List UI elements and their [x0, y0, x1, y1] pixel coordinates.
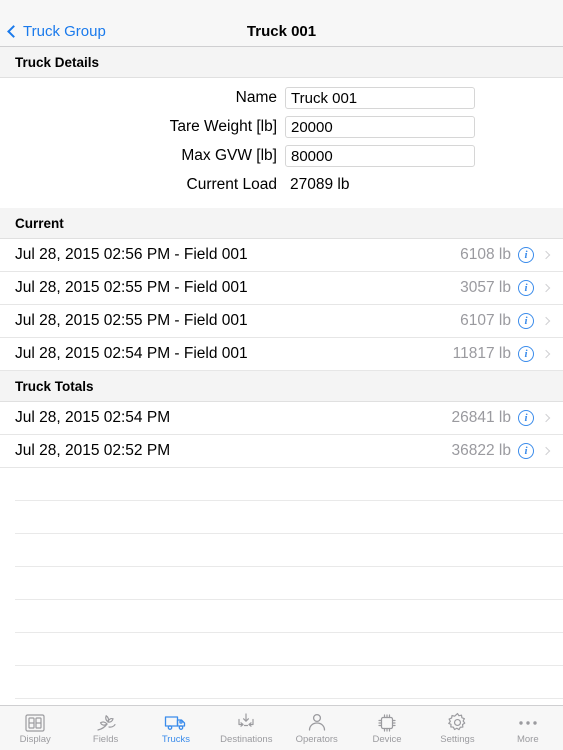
empty-row — [15, 534, 563, 567]
scroll-content[interactable]: Truck Details Name Tare Weight [lb] Max … — [0, 47, 563, 705]
tab-operators[interactable]: Operators — [282, 706, 352, 750]
tab-label: Display — [19, 733, 51, 745]
form-label-max-gvw: Max GVW [lb] — [181, 147, 277, 164]
row-title: Jul 28, 2015 02:56 PM - Field 001 — [15, 246, 248, 263]
chevron-right-icon — [541, 349, 551, 359]
chevron-right-icon — [541, 316, 551, 326]
name-input[interactable] — [285, 87, 475, 109]
chip-icon — [377, 712, 397, 734]
back-button-label: Truck Group — [23, 22, 106, 40]
tab-trucks[interactable]: Trucks — [141, 706, 211, 750]
info-circle-icon[interactable]: i — [518, 313, 534, 329]
section-header-truck-totals: Truck Totals — [0, 371, 563, 402]
form-label-name: Name — [235, 89, 277, 106]
row-value: 36822 lb — [451, 442, 511, 459]
tab-bar: Display Fields Trucks Destinations Operators… — [0, 705, 563, 750]
form-row-current-load: Current Load 27089 lb — [0, 171, 563, 199]
max-gvw-input[interactable] — [285, 145, 475, 167]
tab-label: Device — [372, 733, 402, 745]
gear-icon — [447, 712, 468, 734]
empty-row — [15, 666, 563, 699]
status-bar — [0, 0, 563, 16]
empty-row — [15, 567, 563, 600]
tab-label: Destinations — [220, 733, 273, 745]
info-circle-icon[interactable]: i — [518, 346, 534, 362]
tab-fields[interactable]: Fields — [70, 706, 140, 750]
row-value: 3057 lb — [460, 279, 511, 296]
table-row[interactable]: Jul 28, 2015 02:56 PM - Field 001 6108 lb… — [0, 239, 563, 272]
section-header-current: Current — [0, 208, 563, 239]
row-value: 11817 lb — [452, 345, 511, 362]
row-title: Jul 28, 2015 02:52 PM — [15, 442, 171, 459]
info-circle-icon[interactable]: i — [518, 280, 534, 296]
row-value: 26841 lb — [451, 409, 511, 426]
empty-row — [15, 633, 563, 666]
row-title: Jul 28, 2015 02:54 PM - Field 001 — [15, 345, 248, 362]
tab-more[interactable]: More — [493, 706, 563, 750]
section-header-truck-details: Truck Details — [0, 47, 563, 78]
tab-label: More — [516, 733, 539, 745]
table-row[interactable]: Jul 28, 2015 02:52 PM 36822 lb i — [0, 435, 563, 468]
tab-display[interactable]: Display — [0, 706, 70, 750]
form-row-name: Name — [0, 84, 563, 112]
ellipsis-icon — [516, 712, 540, 734]
back-button[interactable]: Truck Group — [0, 23, 106, 40]
tare-weight-input[interactable] — [285, 116, 475, 138]
tab-label: Settings — [440, 733, 475, 745]
plant-sprout-icon — [95, 712, 117, 734]
chevron-right-icon — [541, 250, 551, 260]
navigation-bar: Truck Group Truck 001 — [0, 16, 563, 47]
tab-destinations[interactable]: Destinations — [211, 706, 281, 750]
chevron-right-icon — [541, 413, 551, 423]
info-circle-icon[interactable]: i — [518, 443, 534, 459]
arrows-into-box-icon — [234, 712, 258, 734]
empty-rows — [0, 468, 563, 705]
app-root: Truck Group Truck 001 Truck Details Name… — [0, 0, 563, 750]
person-icon — [306, 712, 328, 734]
form-row-max-gvw: Max GVW [lb] — [0, 142, 563, 170]
empty-row — [15, 600, 563, 633]
tab-device[interactable]: Device — [352, 706, 422, 750]
truck-icon — [164, 712, 188, 734]
table-row[interactable]: Jul 28, 2015 02:54 PM - Field 001 11817 l… — [0, 338, 563, 371]
chevron-left-icon — [7, 24, 20, 38]
totals-list: Jul 28, 2015 02:54 PM 26841 lb i Jul 28, 20… — [0, 402, 563, 468]
current-load-value: 27089 lb — [290, 176, 350, 193]
seven-segment-display-icon — [25, 712, 45, 734]
form-label-tare-weight: Tare Weight [lb] — [169, 118, 277, 135]
form-label-current-load: Current Load — [186, 176, 277, 193]
current-list: Jul 28, 2015 02:56 PM - Field 001 6108 lb… — [0, 239, 563, 371]
row-title: Jul 28, 2015 02:55 PM - Field 001 — [15, 279, 248, 296]
row-value: 6107 lb — [460, 312, 511, 329]
info-circle-icon[interactable]: i — [518, 247, 534, 263]
chevron-right-icon — [541, 283, 551, 293]
table-row[interactable]: Jul 28, 2015 02:55 PM - Field 001 3057 lb… — [0, 272, 563, 305]
truck-details-form: Name Tare Weight [lb] Max GVW [lb] Curre… — [0, 78, 563, 208]
row-title: Jul 28, 2015 02:54 PM — [15, 409, 171, 426]
tab-label: Trucks — [161, 733, 191, 745]
row-title: Jul 28, 2015 02:55 PM - Field 001 — [15, 312, 248, 329]
empty-row — [15, 501, 563, 534]
tab-label: Operators — [295, 733, 338, 745]
table-row[interactable]: Jul 28, 2015 02:54 PM 26841 lb i — [0, 402, 563, 435]
chevron-right-icon — [541, 446, 551, 456]
tab-settings[interactable]: Settings — [422, 706, 492, 750]
empty-row — [15, 468, 563, 501]
form-row-tare-weight: Tare Weight [lb] — [0, 113, 563, 141]
table-row[interactable]: Jul 28, 2015 02:55 PM - Field 001 6107 lb… — [0, 305, 563, 338]
tab-label: Fields — [92, 733, 119, 745]
info-circle-icon[interactable]: i — [518, 410, 534, 426]
row-value: 6108 lb — [460, 246, 511, 263]
